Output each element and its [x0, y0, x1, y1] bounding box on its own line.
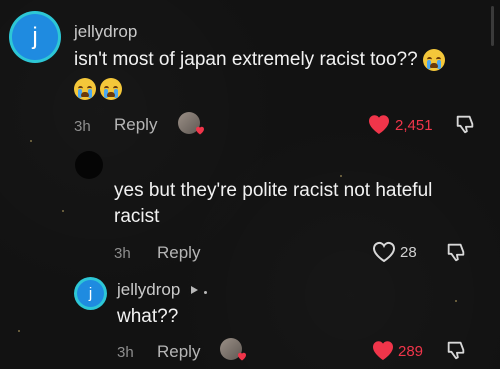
background-dot	[30, 140, 32, 142]
thumbs-down-icon[interactable]	[445, 339, 467, 361]
background-dot	[62, 210, 64, 212]
like-count: 28	[400, 244, 417, 261]
thumbs-down-icon[interactable]	[445, 241, 467, 263]
username[interactable]: jellydrop	[74, 22, 137, 42]
emoji-row	[74, 78, 123, 100]
commenter-avatar[interactable]	[75, 151, 103, 179]
scrollbar[interactable]	[491, 6, 494, 46]
timestamp: 3h	[117, 344, 134, 361]
avatar-letter: j	[88, 285, 93, 302]
thumbs-down-icon[interactable]	[454, 113, 476, 135]
commenter-avatar[interactable]: j	[77, 280, 104, 307]
timestamp: 3h	[114, 245, 131, 262]
comment-text: what??	[117, 306, 179, 327]
comment-text-line-1: yes but they're polite racist not hatefu…	[114, 180, 433, 201]
comment-text-content: isn't most of japan extremely racist too…	[74, 49, 418, 70]
username[interactable]: jellydrop	[117, 280, 180, 300]
creator-liked-badge	[220, 338, 246, 361]
heart-icon[interactable]	[371, 339, 395, 361]
loudly-crying-face-icon	[74, 78, 96, 100]
commenter-avatar[interactable]: j	[12, 14, 58, 60]
comment-text-line-2: racist	[114, 206, 160, 227]
creator-liked-badge	[178, 112, 204, 135]
separator-dot	[204, 291, 207, 294]
like-count: 289	[398, 343, 424, 360]
avatar-letter: j	[32, 23, 38, 50]
timestamp: 3h	[74, 118, 91, 135]
background-dot	[340, 175, 342, 177]
heart-icon	[238, 352, 246, 361]
background-dot	[18, 330, 20, 332]
loudly-crying-face-icon	[422, 48, 445, 71]
loudly-crying-face-icon	[100, 78, 123, 100]
background-dot	[455, 300, 457, 302]
reply-button[interactable]: Reply	[114, 115, 157, 135]
reply-button[interactable]: Reply	[157, 342, 200, 362]
heart-icon[interactable]	[372, 241, 396, 263]
heart-icon[interactable]	[367, 113, 391, 135]
play-triangle-icon	[191, 286, 198, 294]
like-count: 2,451	[395, 117, 433, 134]
heart-icon	[196, 126, 204, 135]
reply-button[interactable]: Reply	[157, 243, 200, 263]
comment-text: isn't most of japan extremely racist too…	[74, 47, 445, 73]
